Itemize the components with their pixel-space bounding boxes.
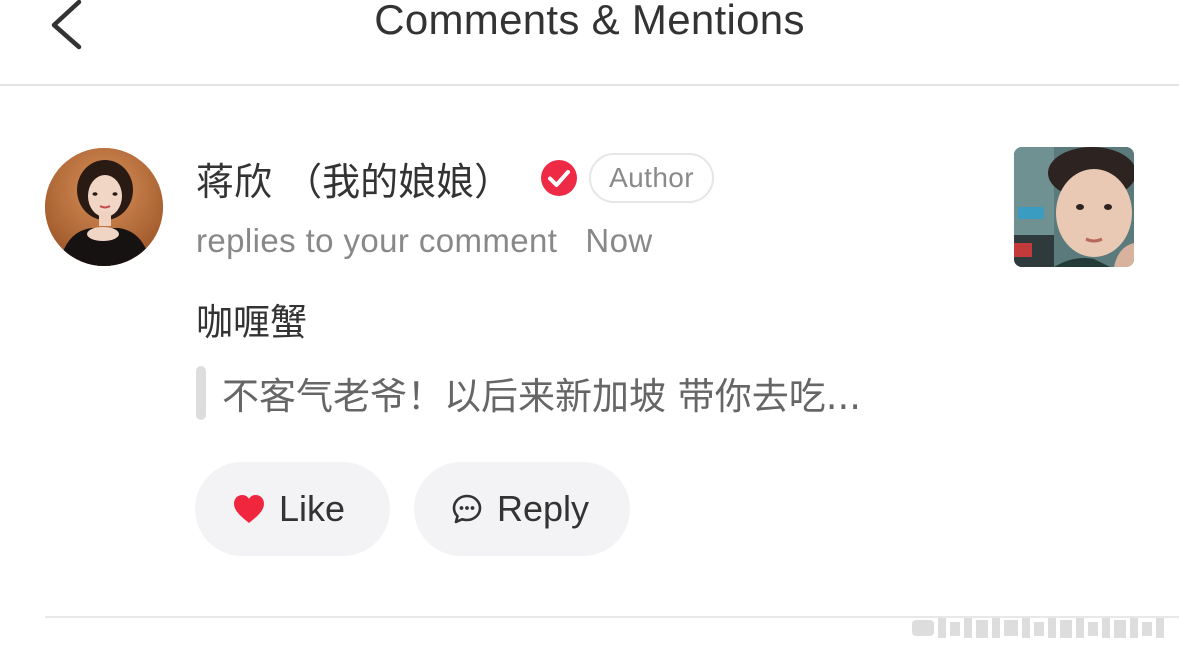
avatar[interactable] xyxy=(45,148,163,266)
quote-bar xyxy=(196,366,206,420)
header-bar: Comments & Mentions xyxy=(0,0,1179,86)
reply-button[interactable]: Reply xyxy=(414,462,630,556)
like-label: Like xyxy=(279,488,346,529)
quoted-comment-text: 不客气老爷！以后来新加坡 带你去吃... xyxy=(222,375,862,418)
name-row: 蒋欣 （我的娘娘） Author xyxy=(196,150,714,206)
user-name[interactable]: 蒋欣 （我的娘娘） xyxy=(196,151,512,206)
reply-label: Reply xyxy=(497,488,590,529)
heart-icon xyxy=(234,495,264,523)
quoted-comment[interactable]: 不客气老爷！以后来新加坡 带你去吃... xyxy=(196,366,861,420)
author-badge: Author xyxy=(589,153,714,203)
chat-bubble-icon xyxy=(452,494,482,524)
verified-check-icon xyxy=(541,160,578,196)
watermark xyxy=(912,618,1164,638)
like-button[interactable]: Like xyxy=(195,462,390,556)
post-thumbnail[interactable] xyxy=(1014,147,1134,267)
timestamp: Now xyxy=(585,222,653,259)
page-title: Comments & Mentions xyxy=(374,0,805,43)
action-text: replies to your comment xyxy=(196,222,558,259)
reply-comment-text: 咖喱蟹 xyxy=(196,301,307,344)
notification-meta: replies to your comment Now xyxy=(196,222,653,260)
